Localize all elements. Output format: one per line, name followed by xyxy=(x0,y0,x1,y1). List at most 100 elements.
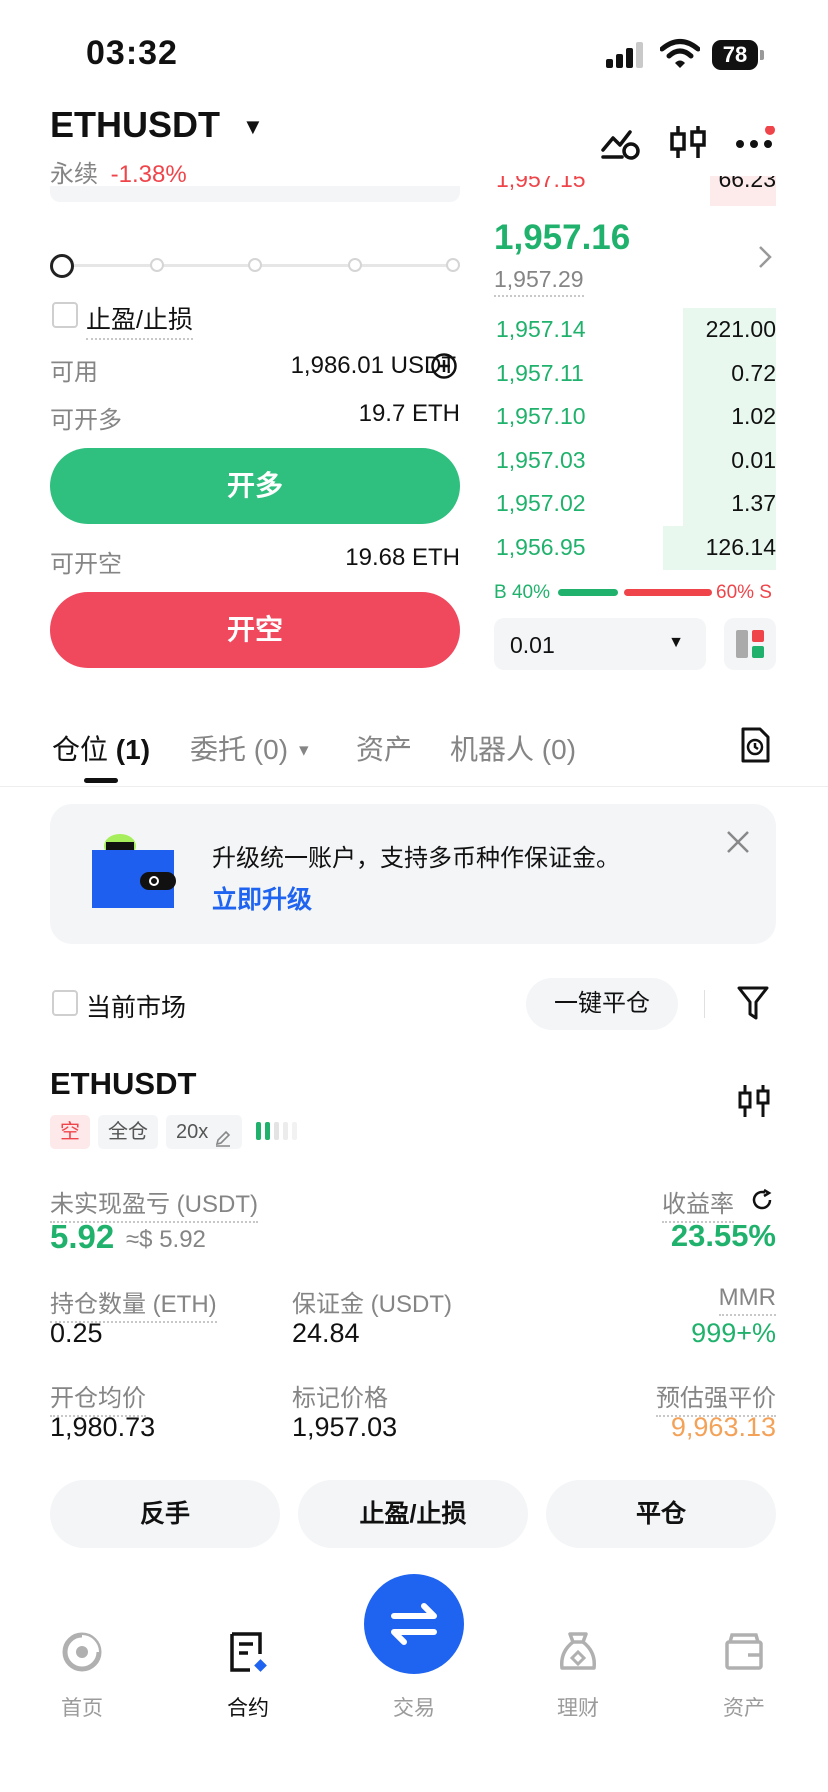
bid-price: 1,957.03 xyxy=(496,446,586,473)
position-symbol[interactable]: ETHUSDT xyxy=(50,1066,196,1102)
bid-row[interactable]: 1,956.95 126.14 xyxy=(494,525,776,570)
reverse-button[interactable]: 反手 xyxy=(50,1480,280,1548)
buy-ratio-label: B 40% xyxy=(494,582,550,603)
swap-icon[interactable] xyxy=(364,1574,464,1674)
nav-home-label[interactable]: 首页 xyxy=(32,1692,132,1722)
contract-info: 永续 -1.38% xyxy=(50,154,187,189)
slider-mark-100[interactable] xyxy=(446,258,460,272)
signal-icon xyxy=(604,40,648,68)
wallet-illustration-icon xyxy=(92,832,180,912)
bid-qty: 1.02 xyxy=(731,403,776,429)
pair-name: ETHUSDT xyxy=(50,104,220,145)
contract-icon[interactable] xyxy=(226,1630,270,1674)
banner-text: 升级统一账户，支持多币种作保证金。 xyxy=(212,845,620,872)
pair-selector[interactable]: ETHUSDT ▼ xyxy=(50,104,264,146)
tab-orders[interactable]: 委托 (0) ▼ xyxy=(190,728,312,768)
tab-bots[interactable]: 机器人 (0) xyxy=(450,728,576,768)
nav-trade-label[interactable]: 交易 xyxy=(364,1692,464,1722)
tp-sl-label[interactable]: 止盈/止损 xyxy=(86,300,193,340)
bid-qty: 0.01 xyxy=(731,446,776,473)
close-position-button[interactable]: 平仓 xyxy=(546,1480,776,1548)
can-short-value: 19.68 ETH xyxy=(345,544,460,571)
wifi-icon xyxy=(659,38,701,70)
last-price: 1,957.16 xyxy=(494,218,631,257)
unrealized-pnl-usd: ≈$ 5.92 xyxy=(126,1226,206,1253)
nav-assets-label[interactable]: 资产 xyxy=(694,1692,794,1722)
mmr-label[interactable]: MMR xyxy=(718,1284,776,1316)
candlestick-icon[interactable] xyxy=(668,122,708,162)
order-history-icon[interactable] xyxy=(738,726,772,764)
liq-price-value: 9,963.13 xyxy=(670,1412,776,1442)
sell-ratio-bar xyxy=(624,589,712,596)
refresh-icon[interactable] xyxy=(750,1188,774,1212)
close-all-button[interactable]: 一键平仓 xyxy=(526,978,678,1030)
divider xyxy=(704,990,705,1018)
tab-assets[interactable]: 资产 xyxy=(356,728,412,768)
nav-contract-label[interactable]: 合约 xyxy=(198,1692,298,1722)
bid-row[interactable]: 1,957.10 1.02 xyxy=(494,395,776,439)
bid-row[interactable]: 1,957.02 1.37 xyxy=(494,482,776,526)
precision-value: 0.01 xyxy=(510,632,555,658)
bid-qty: 221.00 xyxy=(705,316,776,342)
battery-tip xyxy=(760,50,764,60)
close-icon[interactable] xyxy=(724,828,752,856)
ask-row[interactable]: 1,957.15 66.23 xyxy=(494,176,776,206)
caret-down-icon: ▼ xyxy=(668,634,684,651)
earn-icon[interactable] xyxy=(556,1630,600,1674)
bid-qty: 126.14 xyxy=(705,533,776,560)
filter-icon[interactable] xyxy=(736,984,770,1022)
current-market-label[interactable]: 当前市场 xyxy=(86,988,186,1024)
size-value: 0.25 xyxy=(50,1318,103,1348)
home-icon[interactable] xyxy=(60,1630,104,1674)
margin-label: 保证金 (USDT) xyxy=(292,1291,452,1318)
open-long-button[interactable]: 开多 xyxy=(50,448,460,524)
slider-mark-25[interactable] xyxy=(150,258,164,272)
chevron-right-icon[interactable] xyxy=(756,244,774,270)
margin-mode-badge: 全仓 xyxy=(98,1115,158,1149)
tab-active-indicator xyxy=(84,778,118,783)
bid-price: 1,957.10 xyxy=(496,403,586,429)
slider-handle[interactable] xyxy=(50,254,74,278)
bid-price: 1,957.14 xyxy=(496,316,586,342)
nav-earn-label[interactable]: 理财 xyxy=(528,1692,628,1722)
slider-mark-50[interactable] xyxy=(248,258,262,272)
price-alert-icon[interactable] xyxy=(600,122,640,162)
cutoff-input xyxy=(50,186,460,202)
bid-qty: 1.37 xyxy=(731,490,776,516)
unrealized-pnl-value: 5.92 xyxy=(50,1218,115,1255)
current-market-checkbox[interactable] xyxy=(52,990,78,1016)
mark-price: 1,957.29 xyxy=(494,266,584,297)
open-short-button[interactable]: 开空 xyxy=(50,592,460,668)
bid-qty: 0.72 xyxy=(731,359,776,386)
bid-price: 1,957.11 xyxy=(496,359,584,386)
adl-indicator xyxy=(256,1120,316,1142)
contract-type: 永续 xyxy=(50,161,98,188)
position-chart-icon[interactable] xyxy=(736,1082,772,1120)
precision-select[interactable]: 0.01 ▼ xyxy=(494,618,706,670)
can-long-label: 可开多 xyxy=(50,407,122,434)
mmr-value: 999+% xyxy=(691,1318,776,1348)
tp-sl-button[interactable]: 止盈/止损 xyxy=(298,1480,528,1548)
more-icon[interactable] xyxy=(734,125,778,162)
caret-down-icon: ▼ xyxy=(242,114,264,140)
tp-sl-checkbox[interactable] xyxy=(52,302,78,328)
buy-ratio-bar xyxy=(558,589,618,596)
leverage-badge[interactable]: 20x xyxy=(166,1115,242,1149)
entry-price-value: 1,980.73 xyxy=(50,1412,156,1442)
price-change: -1.38% xyxy=(110,161,187,188)
ask-price: 1,957.15 xyxy=(496,176,586,192)
slider-mark-75[interactable] xyxy=(348,258,362,272)
bid-price: 1,957.02 xyxy=(496,490,586,516)
tab-positions[interactable]: 仓位 (1) xyxy=(52,728,150,768)
upgrade-link[interactable]: 立即升级 xyxy=(212,880,312,916)
wallet-icon[interactable] xyxy=(722,1630,766,1674)
bid-row[interactable]: 1,957.03 0.01 xyxy=(494,438,776,483)
can-short-label: 可开空 xyxy=(50,551,122,578)
add-funds-icon[interactable] xyxy=(430,352,458,380)
bid-row[interactable]: 1,957.14 221.00 xyxy=(494,308,776,352)
ask-qty: 66.23 xyxy=(718,176,776,192)
edit-icon xyxy=(214,1124,232,1147)
layout-toggle-icon[interactable] xyxy=(724,618,776,670)
bid-row[interactable]: 1,957.11 0.72 xyxy=(494,351,776,396)
tab-divider xyxy=(0,786,828,787)
